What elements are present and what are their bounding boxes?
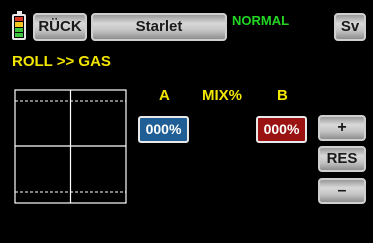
page-title: ROLL >> GAS [12,53,111,70]
mix-value-b[interactable]: 000% [256,116,307,143]
battery-segment [15,32,23,37]
decrease-button-label: – [337,182,347,199]
mix-value-a[interactable]: 000% [138,116,189,143]
battery-segment [15,22,23,27]
servo-display-button[interactable]: Sv [334,13,366,41]
model-name-label: Starlet [135,18,183,35]
increase-button-label: + [337,119,347,136]
mixer-graph [14,89,127,204]
back-button-label: RÜCK [38,18,82,35]
reset-button[interactable]: RES [318,146,366,172]
servo-display-label: Sv [340,18,360,35]
column-a-label: A [159,87,170,104]
battery-segment [15,17,23,22]
column-b-label: B [277,87,288,104]
screen: RÜCK Starlet NORMAL Sv ROLL >> GAS A MIX… [0,0,373,243]
mix-value-b-text: 000% [263,121,300,137]
increase-button[interactable]: + [318,115,366,141]
decrease-button[interactable]: – [318,178,366,204]
mix-percent-label: MIX% [202,87,243,104]
model-name-button[interactable]: Starlet [91,13,227,41]
back-button[interactable]: RÜCK [33,13,87,41]
reset-button-label: RES [326,150,358,167]
flight-phase-label: NORMAL [232,13,290,28]
mix-value-a-text: 000% [145,121,182,137]
battery-icon [12,11,26,40]
battery-segment [15,27,23,32]
